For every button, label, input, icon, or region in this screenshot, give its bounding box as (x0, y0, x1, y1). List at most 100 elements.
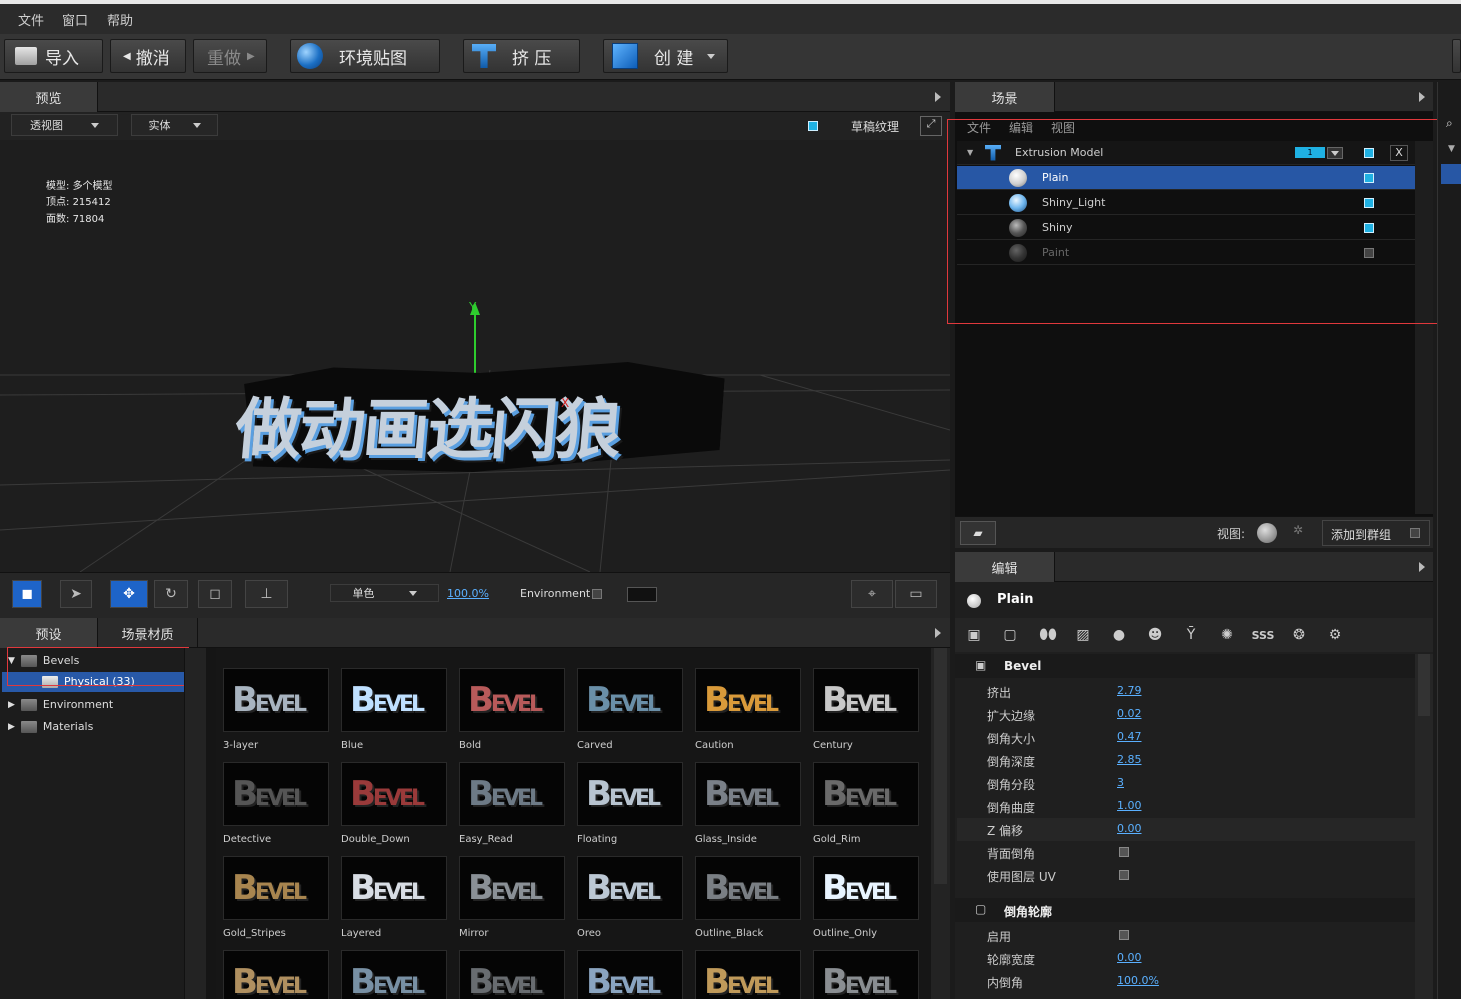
prop-checkbox[interactable] (1119, 847, 1129, 857)
tab-presets[interactable]: 预设 (0, 618, 98, 648)
bevel-section-header[interactable]: ▣ Bevel (955, 654, 1415, 678)
outline-prop-row[interactable]: 轮廓宽度 0.00 (957, 947, 1415, 970)
prop-value[interactable]: 2.79 (1117, 684, 1142, 697)
tab-scene-materials[interactable]: 场景材质 (98, 618, 198, 648)
bevel-prop-row[interactable]: 倒角大小 0.47 (957, 726, 1415, 749)
outline-section-header[interactable]: ▢ 倒角轮廓 (955, 898, 1415, 922)
prop-value[interactable]: 0.02 (1117, 707, 1142, 720)
preset-tile[interactable]: BEVEL (223, 856, 329, 920)
redo-button[interactable]: 重做 ▶ (193, 39, 267, 73)
prop-value[interactable]: 100.0% (1117, 974, 1159, 987)
image-icon[interactable]: ▨ (1072, 624, 1094, 646)
edit-scrollbar[interactable] (1415, 654, 1433, 999)
preset-tile[interactable]: BEVEL (341, 950, 447, 999)
bevel-prop-row[interactable]: 倒角分段 3 (957, 772, 1415, 795)
preset-tile[interactable]: BEVEL (813, 668, 919, 732)
prop-value[interactable]: 0.00 (1117, 951, 1142, 964)
display-button[interactable]: ▭ (895, 580, 937, 608)
undo-button[interactable]: ◀ 撤消 (110, 39, 186, 73)
search-icon[interactable]: ⌕ (1446, 116, 1453, 131)
panel-expand-icon[interactable] (1419, 92, 1425, 102)
camera-tool[interactable]: ◼ (12, 580, 42, 608)
skull-icon[interactable]: ☻ (1144, 624, 1166, 646)
preset-tile[interactable]: BEVEL (459, 762, 565, 826)
maximize-icon[interactable]: ⤢ (920, 116, 942, 136)
select-tool[interactable]: ➤ (60, 580, 92, 608)
bevel-prop-row[interactable]: Z 偏移 0.00 (957, 818, 1415, 841)
preset-tile[interactable]: BEVEL (341, 762, 447, 826)
sss-icon[interactable]: SSS (1252, 624, 1275, 646)
menu-file[interactable]: 文件 (18, 10, 44, 29)
prop-value[interactable]: 0.47 (1117, 730, 1142, 743)
preset-tile[interactable]: BEVEL (341, 668, 447, 732)
scale-tool[interactable]: ◻ (198, 580, 232, 608)
glass-icon[interactable]: Ῡ (1180, 624, 1202, 646)
shading-dropdown[interactable]: 实体 (131, 114, 218, 136)
prop-value[interactable]: 3 (1117, 776, 1124, 789)
environment-color-swatch[interactable] (627, 587, 657, 602)
menu-window[interactable]: 窗口 (62, 10, 88, 29)
material-pair-icon[interactable]: ⬮⬮ (1035, 624, 1061, 646)
preset-tile[interactable]: BEVEL (577, 668, 683, 732)
panel-expand-icon[interactable] (935, 628, 941, 638)
chevron-down-icon[interactable]: ▼ (1448, 144, 1455, 154)
prop-value[interactable]: 1.00 (1117, 799, 1142, 812)
preset-tile[interactable]: BEVEL (577, 762, 683, 826)
target-button[interactable]: ⌖ (851, 580, 893, 608)
prop-checkbox[interactable] (1119, 870, 1129, 880)
outline-prop-row[interactable]: 内倒角 100.0% (957, 970, 1415, 993)
preset-tile[interactable]: BEVEL (577, 856, 683, 920)
preset-tile[interactable]: BEVEL (695, 950, 801, 999)
env-map-button[interactable]: 环境贴图 (290, 39, 440, 73)
outline-prop-row[interactable]: 启用 (957, 924, 1415, 947)
bevel-check-row[interactable]: 背面倒角 (957, 841, 1415, 864)
toolbar-overflow[interactable] (1452, 39, 1461, 73)
gallery-scrollbar[interactable] (931, 648, 950, 999)
bevel-check-row[interactable]: 使用图层 UV (957, 864, 1415, 887)
prop-checkbox[interactable] (1119, 930, 1129, 940)
environment-checkbox[interactable] (592, 589, 602, 599)
tree-item-materials[interactable]: ▶ Materials (8, 720, 93, 733)
panel-expand-icon[interactable] (935, 92, 941, 102)
preset-tile[interactable]: BEVEL (813, 950, 919, 999)
bevel-prop-row[interactable]: 倒角曲度 1.00 (957, 795, 1415, 818)
add-group-checkbox[interactable] (1410, 528, 1420, 538)
3d-text-model[interactable]: 做动画选闪狼 (232, 376, 624, 472)
preset-tile[interactable]: BEVEL (695, 762, 801, 826)
bevel-icon[interactable]: ▣ (963, 624, 985, 646)
preset-tile[interactable]: BEVEL (459, 950, 565, 999)
preset-tile[interactable]: BEVEL (459, 668, 565, 732)
bevel-prop-row[interactable]: 倒角深度 2.85 (957, 749, 1415, 772)
scrollbar-thumb[interactable] (1418, 654, 1430, 716)
tab-edit[interactable]: 编辑 (955, 552, 1055, 582)
extrude-button[interactable]: 挤 压 (463, 39, 580, 73)
view-shaded-icon[interactable] (1257, 523, 1277, 543)
bevel-prop-row[interactable]: 扩大边缘 0.02 (957, 703, 1415, 726)
prop-value[interactable]: 2.85 (1117, 753, 1142, 766)
preset-tile[interactable]: BEVEL (813, 856, 919, 920)
tree-splitter[interactable] (184, 648, 206, 999)
preset-tile[interactable]: BEVEL (223, 668, 329, 732)
view-wire-icon[interactable]: ✲ (1288, 523, 1308, 543)
preset-tile[interactable]: BEVEL (577, 950, 683, 999)
tree-item-environment[interactable]: ▶ Environment (8, 698, 113, 711)
draft-texture-checkbox[interactable] (808, 121, 818, 131)
new-folder-icon[interactable]: ▰ (960, 521, 996, 545)
bevel-prop-row[interactable]: 挤出 2.79 (957, 680, 1415, 703)
view-mode-dropdown[interactable]: 透视图 (11, 114, 118, 136)
scrollbar-thumb[interactable] (934, 648, 947, 884)
light-icon[interactable]: ✺ (1216, 624, 1238, 646)
gear-icon[interactable]: ⚙ (1324, 624, 1346, 646)
preset-tile[interactable]: BEVEL (695, 856, 801, 920)
preset-tile[interactable]: BEVEL (459, 856, 565, 920)
panel-expand-icon[interactable] (1419, 562, 1425, 572)
move-tool[interactable]: ✥ (110, 580, 148, 608)
3d-viewport[interactable]: 模型: 多个模型 顶点: 215412 面数: 71804 做动画选闪狼 Y X (0, 140, 950, 572)
mesh-icon[interactable]: ❂ (1288, 624, 1310, 646)
preset-tile[interactable]: BEVEL (695, 668, 801, 732)
axis-tool[interactable]: ⊥ (245, 580, 288, 608)
preset-tile[interactable]: BEVEL (223, 762, 329, 826)
menu-help[interactable]: 帮助 (107, 10, 133, 29)
zoom-value[interactable]: 100.0% (447, 587, 489, 600)
create-button[interactable]: 创 建 (603, 39, 728, 73)
